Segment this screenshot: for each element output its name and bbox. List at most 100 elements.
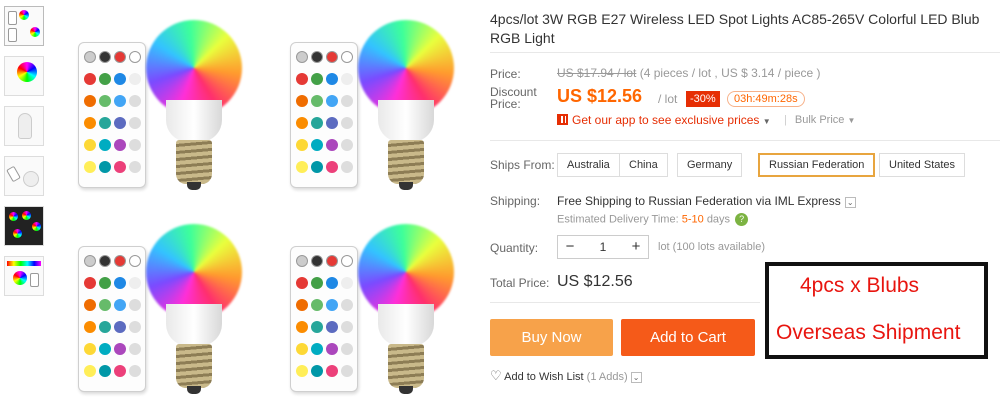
thumbnail-strip — [4, 6, 48, 306]
wish-list-label: Add to Wish List — [504, 371, 584, 383]
remote-button — [311, 365, 323, 377]
spectrum-icon — [7, 261, 41, 266]
add-to-wish-list[interactable]: ♡ Add to Wish List (1 Adds) ⌄ — [490, 368, 642, 384]
delivery-unit: days — [706, 213, 731, 226]
remote-button — [99, 139, 111, 151]
remote-button — [99, 117, 111, 129]
remote-button — [326, 299, 338, 311]
chevron-down-icon[interactable]: ⌄ — [630, 372, 642, 383]
remote-button — [84, 73, 96, 85]
remote-button — [114, 255, 126, 267]
remote-button — [84, 117, 96, 129]
app-promo-text: Get our app to see exclusive prices — [572, 113, 760, 127]
remote-button — [99, 95, 111, 107]
thumbnail-6[interactable] — [4, 256, 44, 296]
quantity-stepper: − 1 + — [557, 235, 649, 259]
remote-button — [341, 51, 353, 63]
remote-button — [129, 95, 141, 107]
shipping-method[interactable]: Free Shipping to Russian Federation via … — [557, 194, 856, 208]
per-lot-unit: / lot — [658, 92, 678, 106]
bulb-icon — [22, 211, 31, 220]
original-price: US $17.94 / lot (4 pieces / lot , US $ 3… — [557, 66, 821, 80]
heart-icon: ♡ — [490, 368, 502, 383]
remote-button — [129, 73, 141, 85]
remote-button — [296, 117, 308, 129]
increase-button[interactable]: + — [624, 236, 648, 258]
chevron-down-icon[interactable]: ⌄ — [844, 197, 856, 208]
remote-button — [129, 277, 141, 289]
remote-button — [114, 95, 126, 107]
remote-button — [84, 365, 96, 377]
remote-button — [341, 117, 353, 129]
bulb-icon — [32, 222, 41, 231]
remote-button — [84, 299, 96, 311]
remote-button — [99, 161, 111, 173]
remote-button — [296, 299, 308, 311]
remote-button — [326, 161, 338, 173]
caret-down-icon: ▼ — [762, 117, 771, 126]
remote-button — [341, 161, 353, 173]
remote-button — [326, 73, 338, 85]
remote-button — [114, 161, 126, 173]
remote-button — [326, 321, 338, 333]
ships-from-united-states[interactable]: United States — [879, 153, 966, 177]
quantity-label: Quantity: — [490, 241, 539, 255]
thumbnail-3[interactable] — [4, 106, 44, 146]
bulk-price-link[interactable]: | Bulk Price ▼ — [784, 114, 855, 126]
bulb-body-part — [166, 100, 222, 142]
main-product-image[interactable] — [58, 0, 476, 401]
sale-price: US $12.56 — [557, 86, 643, 106]
remote-button — [341, 343, 353, 355]
thumbnail-1[interactable] — [4, 6, 44, 46]
remote-button — [296, 255, 308, 267]
shipping-label: Shipping: — [490, 194, 541, 208]
ships-from-russian-federation[interactable]: Russian Federation — [758, 153, 876, 177]
decrease-button[interactable]: − — [558, 236, 582, 258]
bulk-price-text: Bulk Price — [794, 114, 845, 126]
ships-from-china[interactable]: China — [619, 153, 668, 177]
quantity-input[interactable]: 1 — [582, 236, 624, 258]
divider — [490, 52, 1000, 53]
remote-button — [129, 161, 141, 173]
help-icon[interactable]: ? — [735, 213, 749, 226]
remote-button — [341, 139, 353, 151]
remote-button — [341, 299, 353, 311]
remote-button — [341, 277, 353, 289]
remote-button — [341, 95, 353, 107]
app-promo[interactable]: Get our app to see exclusive prices ▼ — [557, 113, 771, 127]
bulb-icon — [19, 10, 29, 20]
remote-button — [99, 255, 111, 267]
buy-now-button[interactable]: Buy Now — [490, 319, 613, 356]
remote-button — [84, 139, 96, 151]
remote-button — [129, 299, 141, 311]
bulb-base-part — [176, 140, 212, 184]
remote-button — [296, 51, 308, 63]
remote-button — [114, 277, 126, 289]
thumbnail-2[interactable] — [4, 56, 44, 96]
remote-button — [84, 321, 96, 333]
remote-button — [296, 365, 308, 377]
remote-button — [99, 277, 111, 289]
remote-button — [326, 343, 338, 355]
remote-button — [341, 73, 353, 85]
bulb-icon — [9, 212, 18, 221]
delivery-value: 5-10 — [681, 213, 704, 226]
remote-button — [114, 299, 126, 311]
add-to-cart-button[interactable]: Add to Cart — [621, 319, 755, 356]
thumbnail-4[interactable] — [4, 156, 44, 196]
ships-from-germany[interactable]: Germany — [677, 153, 743, 177]
bulb-icon — [30, 27, 40, 37]
wish-count: (1 Adds) — [586, 371, 628, 383]
remote-button — [326, 277, 338, 289]
remote-button — [114, 117, 126, 129]
remote-button — [311, 51, 323, 63]
remote-button — [296, 139, 308, 151]
remote-button — [326, 117, 338, 129]
original-price-value: US $17.94 / lot — [557, 66, 637, 80]
remote-button — [114, 73, 126, 85]
thumbnail-5[interactable] — [4, 206, 44, 246]
ships-from-australia[interactable]: Australia — [557, 153, 620, 177]
remote-button — [114, 365, 126, 377]
remote-button — [311, 321, 323, 333]
delivery-label: Estimated Delivery Time: — [557, 213, 679, 226]
